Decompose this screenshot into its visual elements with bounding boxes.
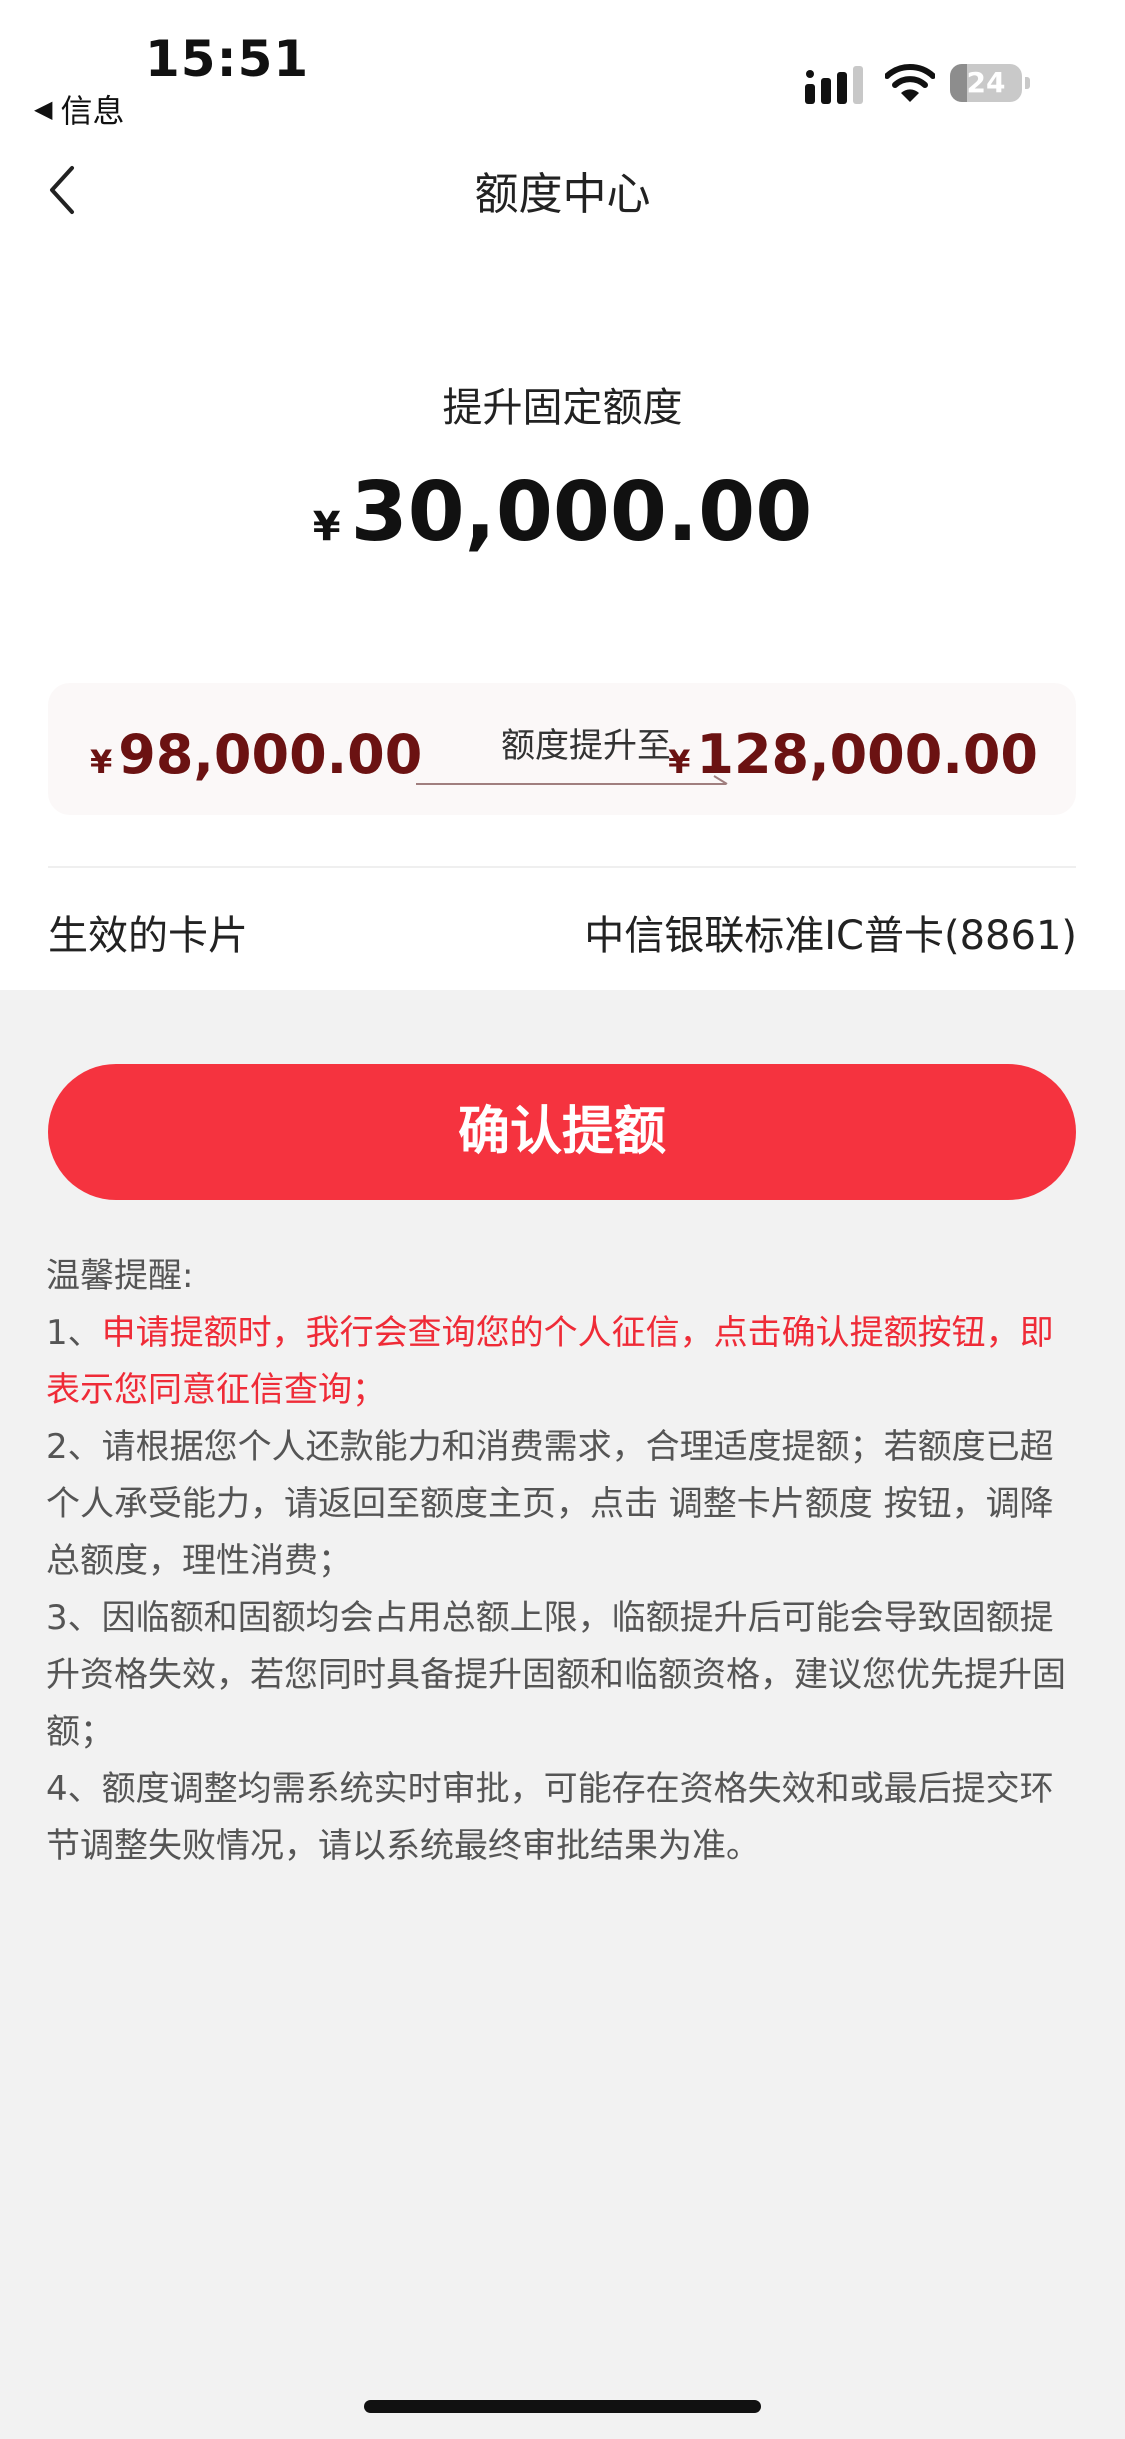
wifi-icon bbox=[885, 64, 935, 102]
effective-card-value: 中信银联标准IC普卡(8861) bbox=[584, 913, 1077, 959]
tip-item-2: 2、请根据您个人还款能力和消费需求，合理适度提额；若额度已超个人承受能力，请返回… bbox=[46, 1427, 1054, 1581]
currency-symbol: ¥ bbox=[90, 743, 113, 781]
limit-subtitle: 提升固定额度 bbox=[442, 385, 683, 431]
new-limit: ¥ 128,000.00 bbox=[668, 723, 1038, 786]
back-app-label: 信息 bbox=[60, 92, 125, 130]
page-title: 额度中心 bbox=[474, 169, 651, 220]
back-to-app-link[interactable]: ◀ 信息 bbox=[34, 86, 124, 132]
raise-amount: ¥ 30,000.00 bbox=[0, 465, 1125, 560]
tip-item-4: 4、额度调整均需系统实时审批，可能存在资格失效和或最后提交环节调整失败情况，请以… bbox=[46, 1769, 1054, 1866]
cellular-signal-icon bbox=[805, 66, 863, 104]
currency-symbol: ¥ bbox=[312, 504, 341, 550]
tips-section: 温馨提醒: 1、申请提额时，我行会查询您的个人征信，点击确认提额按钮，即表示您同… bbox=[46, 1248, 1082, 1875]
tip-item-1-text: 申请提额时，我行会查询您的个人征信，点击确认提额按钮，即表示您同意征信查询； bbox=[46, 1313, 1054, 1410]
effective-card-label: 生效的卡片 bbox=[48, 913, 248, 959]
battery-body: 24 bbox=[950, 64, 1022, 102]
tips-title: 温馨提醒: bbox=[46, 1256, 194, 1296]
tip-item-1: 1、申请提额时，我行会查询您的个人征信，点击确认提额按钮，即表示您同意征信查询； bbox=[46, 1305, 1082, 1419]
current-limit: ¥ 98,000.00 bbox=[90, 723, 422, 786]
battery-percent: 24 bbox=[966, 66, 1006, 99]
current-limit-value: 98,000.00 bbox=[118, 723, 423, 786]
back-triangle-icon: ◀ bbox=[34, 95, 53, 123]
battery-tip bbox=[1025, 77, 1030, 89]
status-time: 15:51 bbox=[145, 30, 310, 88]
currency-symbol: ¥ bbox=[668, 743, 691, 781]
confirm-raise-button[interactable]: 确认提额 bbox=[48, 1064, 1076, 1200]
home-indicator[interactable] bbox=[364, 2400, 761, 2413]
divider bbox=[48, 866, 1076, 868]
limit-change-card: ¥ 98,000.00 额度提升至 ¥ 128,000.00 bbox=[48, 683, 1076, 815]
raise-amount-value: 30,000.00 bbox=[350, 465, 813, 560]
new-limit-value: 128,000.00 bbox=[696, 723, 1038, 786]
tip-item-1-number: 1、 bbox=[46, 1313, 102, 1353]
battery-icon: 24 bbox=[950, 64, 1030, 102]
tip-item-3: 3、因临额和固额均会占用总额上限，临额提升后可能会导致固额提升资格失效，若您同时… bbox=[46, 1598, 1066, 1752]
